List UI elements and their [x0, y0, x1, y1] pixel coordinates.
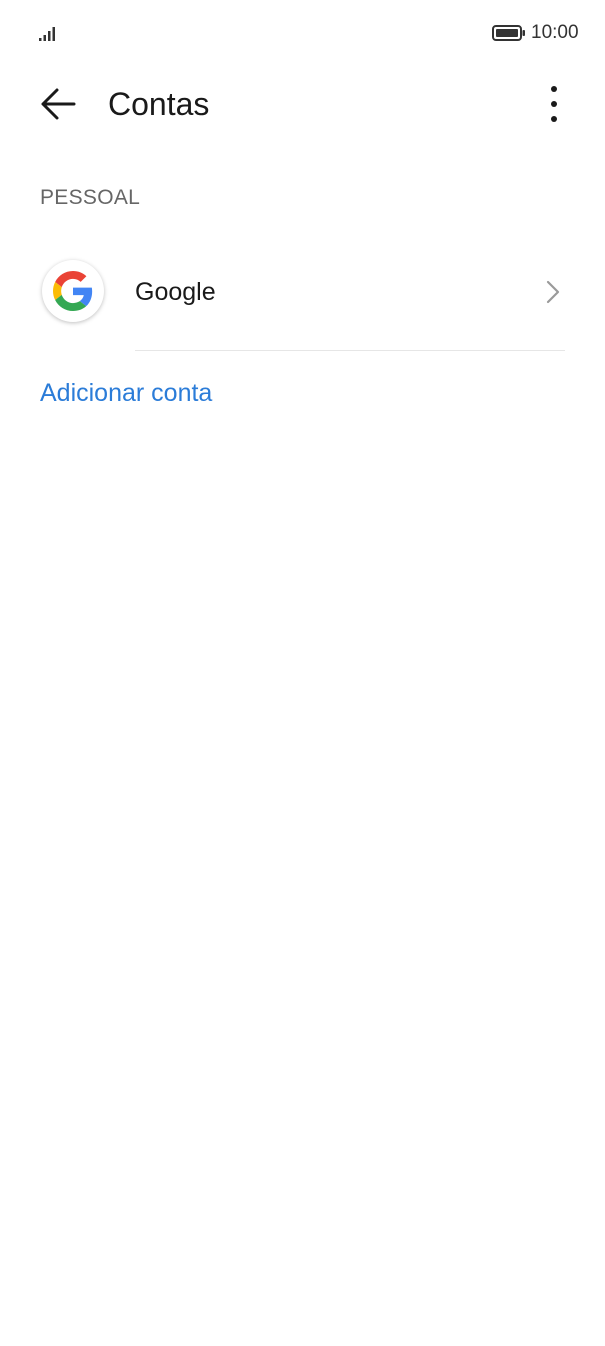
page-title: Contas — [108, 86, 210, 122]
battery-full-icon — [492, 25, 525, 41]
account-avatar — [42, 260, 104, 322]
chevron-right-icon — [546, 280, 560, 304]
back-button[interactable] — [30, 80, 86, 128]
signal-bars-icon — [39, 27, 55, 41]
section-header-personal: PESSOAL — [40, 186, 141, 209]
more-options-button[interactable] — [530, 80, 578, 128]
more-vertical-icon — [551, 86, 557, 122]
list-divider — [135, 350, 565, 351]
status-bar: 10:00 — [0, 0, 605, 64]
google-logo-icon — [53, 271, 93, 311]
arrow-left-icon — [41, 88, 76, 120]
add-account-button[interactable]: Adicionar conta — [40, 377, 212, 409]
account-row-google[interactable]: Google — [0, 242, 605, 342]
app-bar: Contas — [0, 70, 605, 138]
account-name: Google — [135, 278, 216, 306]
status-clock: 10:00 — [531, 22, 579, 43]
